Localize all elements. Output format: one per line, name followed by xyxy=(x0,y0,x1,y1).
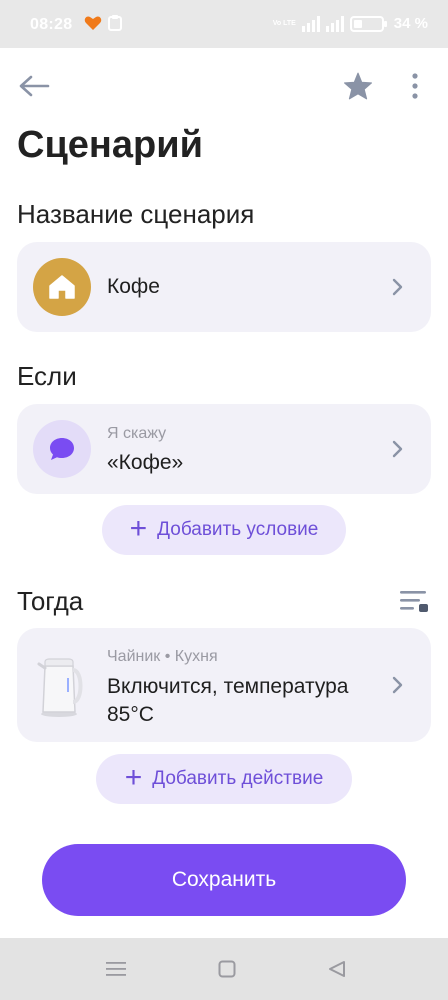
favorite-button[interactable] xyxy=(338,66,378,106)
action-card[interactable]: Чайник • Кухня Включится, температура 85… xyxy=(17,628,431,742)
kettle-icon xyxy=(37,658,83,717)
home-icon xyxy=(49,275,75,299)
location-separator: • xyxy=(164,648,171,665)
recent-apps-button[interactable] xyxy=(100,954,132,984)
add-action-button[interactable]: + Добавить действие xyxy=(96,754,352,804)
signal-icon-1 xyxy=(301,15,320,32)
then-section-title: Тогда xyxy=(17,586,84,616)
back-button[interactable] xyxy=(14,68,54,104)
scenario-name-card[interactable]: Кофе xyxy=(17,242,431,332)
battery-icon xyxy=(349,15,387,32)
plus-icon: + xyxy=(124,760,143,794)
name-section-title: Название сценария xyxy=(17,199,255,229)
page-title: Сценарий xyxy=(17,124,203,166)
action-description: Включится, температура 85°C xyxy=(107,675,349,726)
top-app-bar xyxy=(0,58,448,114)
status-right-group: Vo LTE 34 % xyxy=(273,15,428,32)
status-bar: 08:28 Vo LTE 34 % xyxy=(0,0,448,48)
if-section-title: Если xyxy=(17,361,77,391)
add-condition-label: Добавить условие xyxy=(157,519,319,540)
chat-bubble-icon xyxy=(50,438,74,460)
more-options-button[interactable] xyxy=(398,66,432,106)
sort-list-icon[interactable] xyxy=(398,587,432,615)
room-name: Кухня xyxy=(174,648,218,665)
plus-icon: + xyxy=(129,511,148,545)
star-icon xyxy=(343,72,372,100)
condition-value: «Кофе» xyxy=(107,451,184,474)
scenario-avatar xyxy=(33,258,91,316)
heart-app-icon xyxy=(84,16,102,30)
signal-icon-2 xyxy=(325,15,344,32)
add-action-label: Добавить действие xyxy=(152,768,324,789)
condition-type: Я скажу xyxy=(107,425,167,442)
status-time: 08:28 xyxy=(30,16,73,33)
chevron-right-icon xyxy=(392,440,403,458)
chevron-right-icon xyxy=(392,676,403,694)
status-notification-icons xyxy=(84,15,122,31)
volte-indicator: Vo LTE xyxy=(272,19,296,27)
home-button[interactable] xyxy=(211,954,243,984)
arrow-left-icon xyxy=(19,75,50,97)
more-vertical-icon xyxy=(412,73,418,99)
save-button[interactable]: Сохранить xyxy=(42,844,406,916)
chevron-right-icon xyxy=(392,278,403,296)
back-nav-button[interactable] xyxy=(321,954,353,984)
add-condition-button[interactable]: + Добавить условие xyxy=(102,505,346,555)
square-icon xyxy=(218,960,236,978)
triangle-back-icon xyxy=(329,961,345,977)
action-location: Чайник • Кухня xyxy=(107,648,218,666)
condition-avatar xyxy=(33,420,91,478)
menu-icon xyxy=(106,962,126,976)
condition-card[interactable]: Я скажу «Кофе» xyxy=(17,404,431,494)
system-navigation-bar xyxy=(0,938,448,1000)
battery-percent: 34 % xyxy=(393,15,428,32)
device-name: Чайник xyxy=(107,648,161,665)
scenario-name-value: Кофе xyxy=(107,275,160,298)
clipboard-icon xyxy=(108,15,122,31)
